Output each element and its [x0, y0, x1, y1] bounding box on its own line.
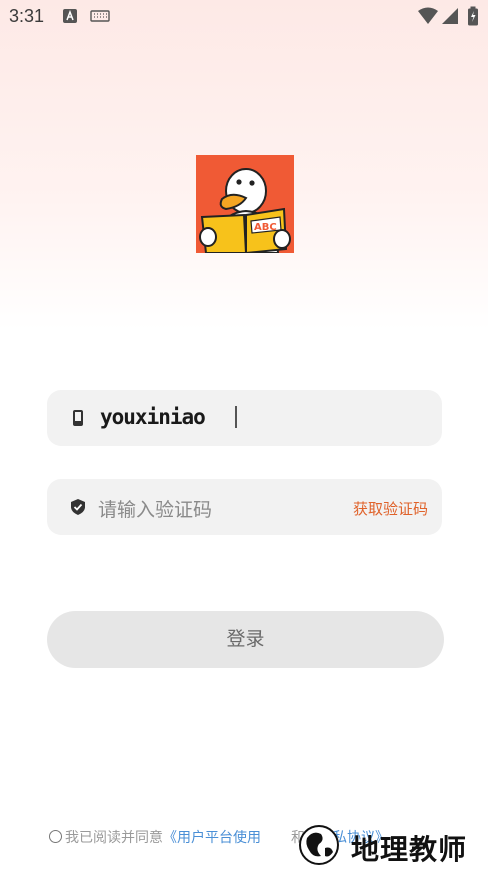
signal-icon — [441, 7, 459, 29]
login-button[interactable]: 登录 — [47, 611, 444, 668]
text-notification-icon — [62, 8, 78, 28]
text-caret — [235, 406, 237, 428]
phone-icon — [69, 409, 87, 427]
phone-value-text: youxiniao — [100, 405, 206, 429]
agreement-radio[interactable] — [49, 830, 62, 843]
keyboard-icon — [90, 8, 110, 27]
status-bar: 3:31 — [0, 0, 488, 34]
verification-code-field[interactable]: 请输入验证码 获取验证码 — [47, 479, 442, 535]
globe-icon — [299, 825, 339, 865]
status-time: 3:31 — [9, 6, 45, 26]
verification-code-input[interactable]: 请输入验证码 — [98, 495, 212, 522]
wifi-icon — [418, 7, 438, 29]
shield-check-icon — [69, 498, 87, 516]
watermark-text: 地理教师 — [351, 833, 468, 866]
watermark: 地理教师 — [295, 820, 485, 868]
user-agreement-link[interactable]: 《用户平台使用 — [163, 830, 261, 846]
duck-reading-logo: ABC — [196, 155, 294, 253]
agreement-prefix: 我已阅读并同意 — [65, 830, 163, 846]
phone-input[interactable]: youxiniao — [100, 405, 206, 429]
battery-icon — [467, 6, 479, 30]
book-text: ABC — [254, 222, 277, 233]
get-code-button[interactable]: 获取验证码 — [353, 498, 428, 519]
phone-field[interactable]: youxiniao — [47, 390, 442, 446]
